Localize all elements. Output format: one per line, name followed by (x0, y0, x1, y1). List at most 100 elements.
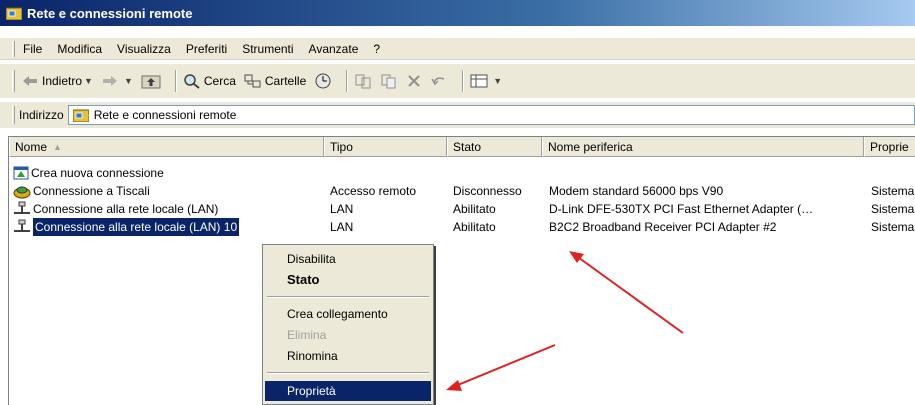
menu-file[interactable]: File (23, 42, 42, 56)
name-cell: Crea nuova connessione (13, 164, 323, 182)
toolbar-grip[interactable] (12, 70, 15, 92)
connection-status: Abilitato (453, 220, 496, 234)
list-item[interactable]: Crea nuova connessione (9, 164, 915, 182)
connection-device: D-Link DFE-530TX PCI Fast Ethernet Adapt… (549, 202, 814, 216)
menu-tools[interactable]: Strumenti (242, 42, 293, 56)
views-icon (470, 74, 488, 88)
connection-name: Crea nuova connessione (31, 166, 164, 180)
connection-device: B2C2 Broadband Receiver PCI Adapter #2 (549, 220, 777, 234)
list-item[interactable]: Connessione a Tiscali Accesso remoto Dis… (9, 182, 915, 200)
lan-icon (14, 219, 30, 232)
views-dropdown-icon[interactable]: ▼ (493, 76, 502, 86)
menu-item-status[interactable]: Stato (265, 270, 431, 290)
menu-grip[interactable] (12, 40, 15, 57)
connection-status: Disconnesso (453, 184, 522, 198)
connection-name: Connessione a Tiscali (33, 184, 150, 198)
connection-type: Accesso remoto (330, 184, 417, 198)
network-connections-icon (6, 7, 22, 20)
move-to-button[interactable] (354, 73, 372, 89)
dialup-icon (13, 186, 31, 199)
menu-item-delete: Elimina (287, 328, 327, 342)
lan-icon (14, 201, 30, 214)
column-header-name[interactable]: Nome ▲ (9, 137, 324, 157)
forward-button[interactable]: ▼ (101, 74, 133, 88)
toolbar-separator (462, 70, 465, 92)
menu-item-rename[interactable]: Rinomina (265, 346, 431, 366)
connection-owner: Sistema (871, 202, 915, 216)
toolbar-separator (346, 70, 349, 92)
new-connection-icon (13, 166, 29, 180)
menu-bar: File Modifica Visualizza Preferiti Strum… (0, 38, 915, 60)
connection-device: Modem standard 56000 bps V90 (549, 184, 724, 198)
copy-to-icon (381, 74, 396, 89)
move-to-icon (355, 74, 371, 89)
delete-icon (408, 75, 420, 87)
column-header-name-label: Nome (15, 139, 48, 154)
column-headers: Nome ▲ Tipo Stato Nome periferica Propri… (9, 137, 915, 157)
menu-advanced[interactable]: Avanzate (309, 42, 359, 56)
address-bar: Indirizzo Rete e connessioni remote (0, 102, 915, 128)
undo-icon (431, 77, 445, 86)
connection-type: LAN (330, 202, 354, 216)
menu-favorites[interactable]: Preferiti (186, 42, 227, 56)
forward-arrow-icon (102, 76, 117, 86)
menu-help[interactable]: ? (373, 42, 380, 56)
connection-owner: Sistema (871, 184, 915, 198)
list-item[interactable]: Connessione alla rete locale (LAN) LAN A… (9, 200, 915, 218)
connection-owner: Sistema (871, 220, 915, 234)
name-cell: Connessione alla rete locale (LAN) 10 (13, 218, 323, 236)
address-field[interactable]: Rete e connessioni remote (67, 105, 915, 125)
up-folder-button[interactable] (141, 73, 161, 89)
forward-dropdown-icon[interactable]: ▼ (124, 76, 133, 86)
connection-status: Abilitato (453, 202, 496, 216)
views-button[interactable]: ▼ (470, 73, 502, 89)
menu-view[interactable]: Visualizza (117, 42, 171, 56)
history-icon (315, 73, 331, 89)
column-header-type-label: Tipo (330, 139, 353, 154)
folders-icon (244, 74, 261, 88)
delete-button[interactable] (406, 73, 422, 89)
menu-edit[interactable]: Modifica (57, 42, 102, 56)
menu-separator (267, 372, 429, 374)
search-icon (184, 74, 200, 89)
history-button[interactable] (314, 72, 332, 90)
undo-button[interactable] (430, 73, 448, 89)
back-dropdown-icon[interactable]: ▼ (84, 76, 93, 86)
menu-separator (267, 296, 429, 298)
back-button[interactable]: Indietro ▼ (21, 74, 93, 88)
back-label: Indietro (42, 74, 83, 88)
up-folder-icon (141, 75, 161, 89)
address-value: Rete e connessioni remote (93, 108, 237, 122)
search-button[interactable]: Cerca (183, 73, 236, 89)
list-item-selected[interactable]: Connessione alla rete locale (LAN) 10 LA… (9, 218, 915, 236)
column-header-status[interactable]: Stato (447, 137, 542, 157)
name-cell: Connessione a Tiscali (13, 182, 323, 200)
column-header-status-label: Stato (453, 139, 482, 154)
folders-button[interactable]: Cartelle (244, 73, 306, 89)
toolbar-separator (174, 70, 177, 92)
column-header-owner[interactable]: Proprie (864, 137, 915, 157)
column-header-device-label: Nome periferica (548, 139, 633, 154)
menu-item-disable[interactable]: Disabilita (265, 249, 431, 269)
context-menu: Disabilita Stato Crea collegamento Elimi… (262, 244, 434, 405)
back-arrow-icon (23, 76, 37, 86)
connection-name: Connessione alla rete locale (LAN) (33, 202, 219, 216)
connections-list[interactable]: Nome ▲ Tipo Stato Nome periferica Propri… (8, 136, 915, 405)
column-header-owner-label: Proprie (870, 139, 909, 154)
window-title: Rete e connessioni remote (27, 5, 193, 21)
network-connections-icon (72, 109, 89, 122)
address-grip[interactable] (12, 106, 15, 124)
sort-ascending-icon: ▲ (53, 141, 62, 152)
name-cell: Connessione alla rete locale (LAN) (13, 200, 323, 218)
toolbar: Indietro ▼ ▼ Cerca Cartelle ▼ (0, 64, 915, 98)
title-bar: Rete e connessioni remote (0, 0, 915, 26)
menu-item-properties[interactable]: Proprietà (265, 381, 431, 401)
column-header-device[interactable]: Nome periferica (542, 137, 864, 157)
address-label: Indirizzo (19, 108, 64, 122)
menu-item-create-shortcut[interactable]: Crea collegamento (265, 304, 431, 324)
connection-name: Connessione alla rete locale (LAN) 10 (33, 218, 240, 236)
column-header-type[interactable]: Tipo (324, 137, 447, 157)
folders-label: Cartelle (264, 74, 307, 88)
copy-to-button[interactable] (380, 73, 398, 89)
search-label: Cerca (203, 74, 236, 88)
